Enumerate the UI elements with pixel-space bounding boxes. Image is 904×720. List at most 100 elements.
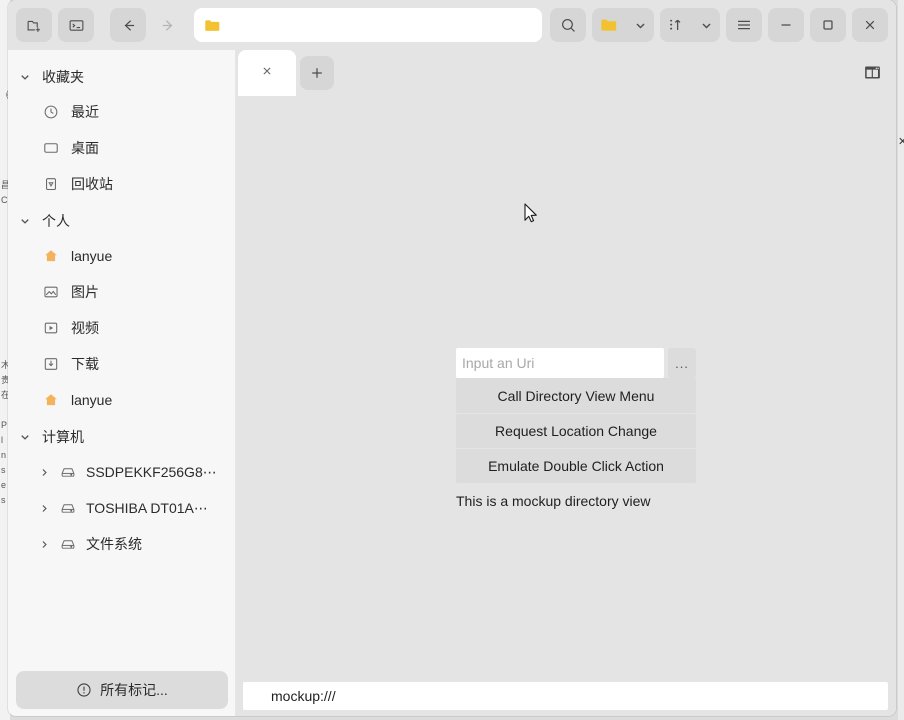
background-artifact: ✕ (898, 136, 904, 148)
sidebar-scrollbar[interactable] (228, 56, 233, 656)
search-button[interactable] (550, 8, 586, 42)
sidebar-scroll-area: 收藏夹 最近 桌面 回收站 个人 lanyue 图片 视频 下载 lanyue … (8, 50, 236, 664)
minimize-button[interactable] (768, 8, 804, 42)
chevron-right-icon[interactable] (38, 502, 50, 514)
chevron-right-icon[interactable] (38, 466, 50, 478)
chevron-down-icon (635, 23, 645, 29)
close-button[interactable] (852, 8, 888, 42)
minimize-icon (781, 24, 791, 26)
chevron-down-icon (701, 23, 711, 29)
sidebar-group-label: 个人 (42, 213, 70, 229)
sidebar: 收藏夹 最近 桌面 回收站 个人 lanyue 图片 视频 下载 lanyue … (8, 50, 236, 716)
arrow-left-icon (124, 19, 134, 31)
menu-button[interactable] (726, 8, 762, 42)
sidebar-item-home[interactable]: lanyue (34, 238, 228, 274)
sidebar-item-disk-toshiba[interactable]: TOSHIBA DT01A⋯ (30, 490, 228, 526)
chevron-down-icon (18, 430, 32, 444)
view-mode-group[interactable] (592, 8, 654, 42)
chevron-down-icon (18, 214, 32, 228)
sidebar-group-label: 计算机 (42, 429, 84, 445)
home-icon (42, 391, 60, 409)
status-bar: mockup:/// (237, 680, 896, 716)
new-folder-icon (27, 20, 40, 32)
terminal-icon (69, 19, 83, 31)
plus-icon (312, 68, 322, 78)
uri-row: ... (456, 348, 696, 378)
tab-bar (237, 50, 896, 96)
disk-icon (59, 499, 77, 517)
uri-more-button[interactable]: ... (668, 348, 696, 378)
disk-icon (59, 535, 77, 553)
request-location-change-button[interactable]: Request Location Change (456, 413, 696, 448)
home-icon (42, 247, 60, 265)
directory-view: ... Call Directory View Menu Request Loc… (237, 96, 896, 716)
status-path[interactable]: mockup:/// (243, 682, 888, 710)
sidebar-item-trash[interactable]: 回收站 (34, 166, 228, 202)
download-icon (42, 355, 60, 373)
sidebar-item-label: 回收站 (71, 176, 113, 192)
emulate-double-click-action-button[interactable]: Emulate Double Click Action (456, 448, 696, 483)
mockup-directory-widget: ... Call Directory View Menu Request Loc… (456, 348, 696, 509)
desktop-icon (42, 139, 60, 157)
split-view-button[interactable] (856, 57, 888, 87)
file-manager-window: 收藏夹 最近 桌面 回收站 个人 lanyue 图片 视频 下载 lanyue … (8, 0, 896, 716)
sidebar-item-disk-ssd[interactable]: SSDPEKKF256G8⋯ (30, 454, 228, 490)
address-bar[interactable] (194, 8, 542, 42)
sort-group[interactable] (660, 8, 720, 42)
back-button[interactable] (110, 8, 146, 42)
sidebar-item-home-2[interactable]: lanyue (34, 382, 228, 418)
call-directory-view-menu-button[interactable]: Call Directory View Menu (456, 378, 696, 413)
sidebar-group-label: 收藏夹 (42, 69, 84, 85)
mockup-caption: This is a mockup directory view (456, 493, 651, 509)
forward-button[interactable] (150, 8, 186, 42)
trash-icon (42, 175, 60, 193)
sort-button[interactable] (660, 8, 692, 42)
new-folder-button[interactable] (16, 8, 52, 42)
tab-item-active[interactable] (238, 50, 296, 96)
sidebar-item-label: lanyue (71, 248, 113, 264)
search-icon (561, 18, 575, 32)
sidebar-item-label: 桌面 (71, 140, 99, 156)
background-window-right-edge: ✕ (898, 0, 904, 720)
sidebar-item-label: 文件系统 (86, 536, 142, 552)
sidebar-item-label: SSDPEKKF256G8⋯ (86, 463, 217, 480)
disk-icon (59, 463, 77, 481)
close-icon (865, 20, 875, 30)
sidebar-item-label: 图片 (71, 284, 99, 300)
sidebar-item-desktop[interactable]: 桌面 (34, 130, 228, 166)
chevron-right-icon[interactable] (38, 538, 50, 550)
sidebar-item-pictures[interactable]: 图片 (34, 274, 228, 310)
close-icon[interactable] (260, 64, 274, 82)
new-tab-button[interactable] (300, 56, 334, 90)
sidebar-item-label: lanyue (71, 392, 113, 408)
sidebar-item-recent[interactable]: 最近 (34, 94, 228, 130)
sidebar-item-label: 最近 (71, 104, 99, 120)
maximize-icon (823, 20, 833, 30)
uri-input[interactable] (456, 348, 664, 378)
sidebar-group-favorites[interactable]: 收藏夹 (8, 60, 236, 94)
titlebar (8, 0, 896, 50)
sidebar-item-videos[interactable]: 视频 (34, 310, 228, 346)
clock-icon (42, 103, 60, 121)
sidebar-item-filesystem[interactable]: 文件系统 (30, 526, 228, 562)
view-mode-dropdown-button[interactable] (626, 8, 654, 42)
sidebar-group-personal[interactable]: 个人 (8, 204, 236, 238)
sort-dropdown-button[interactable] (692, 8, 720, 42)
maximize-button[interactable] (810, 8, 846, 42)
content-area: ... Call Directory View Menu Request Loc… (237, 50, 896, 716)
all-tags-button[interactable]: 所有标记... (16, 671, 228, 709)
sidebar-group-computer[interactable]: 计算机 (8, 420, 236, 454)
open-terminal-button[interactable] (58, 8, 94, 42)
image-icon (42, 283, 60, 301)
view-mode-button[interactable] (592, 8, 626, 42)
sidebar-item-label: 视频 (71, 320, 99, 336)
exclamation-circle-icon (77, 683, 91, 697)
split-view-icon (864, 65, 880, 79)
sidebar-item-label: TOSHIBA DT01A⋯ (86, 499, 208, 516)
folder-icon (601, 19, 617, 31)
sort-ascending-icon (670, 19, 681, 31)
sidebar-item-downloads[interactable]: 下载 (34, 346, 228, 382)
hamburger-menu-icon (738, 20, 750, 30)
arrow-right-icon (162, 19, 172, 31)
all-tags-label: 所有标记... (100, 682, 168, 698)
